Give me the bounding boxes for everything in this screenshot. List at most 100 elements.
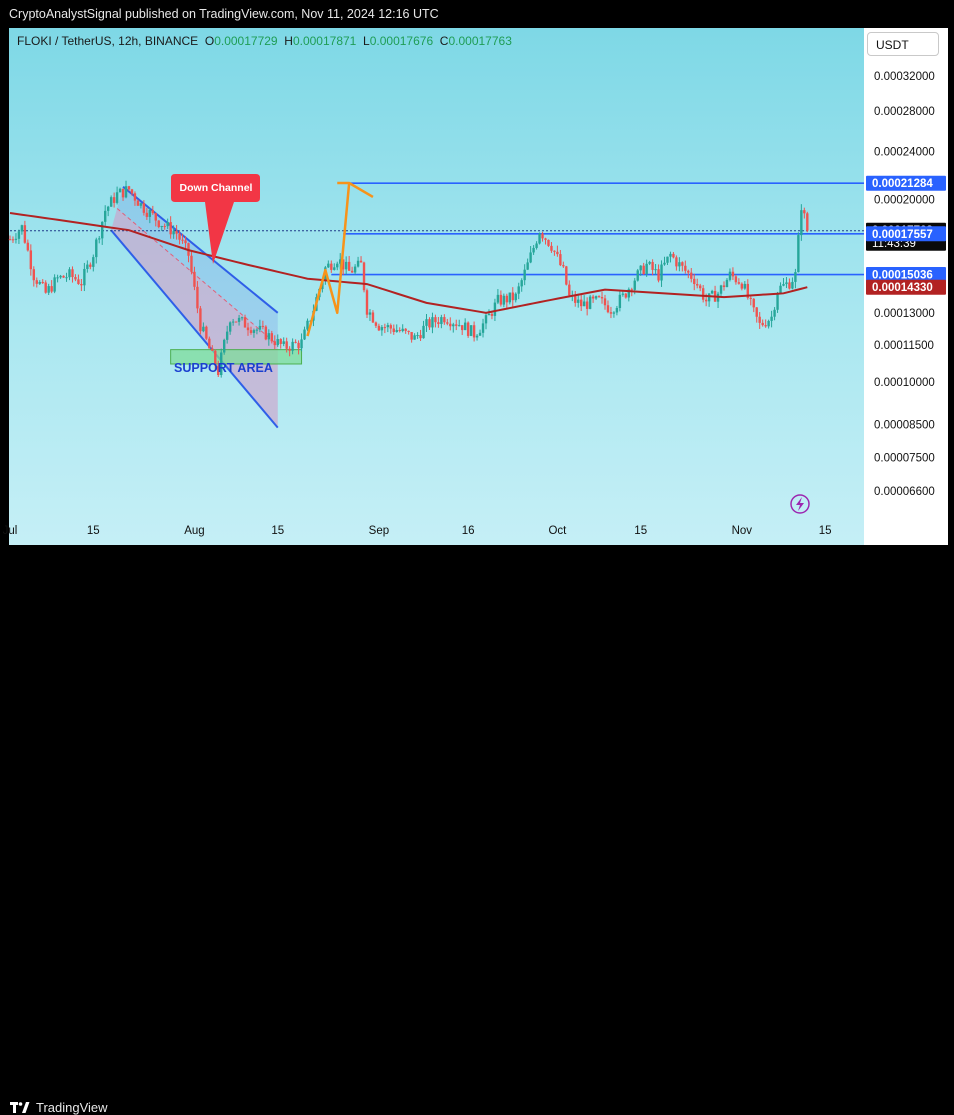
candle-body — [252, 330, 256, 333]
y-tick-label: 0.00011500 — [874, 340, 934, 352]
candle-body — [392, 328, 395, 333]
candle-body — [89, 264, 92, 267]
candle-body — [544, 238, 547, 240]
candle-body — [719, 285, 723, 294]
candle-body — [53, 277, 56, 292]
candle-body — [261, 325, 265, 327]
candle-body — [767, 320, 770, 327]
candle-body — [255, 329, 259, 331]
candle-body — [50, 286, 53, 292]
candle-body — [208, 338, 211, 349]
candle-body — [297, 342, 300, 349]
candle-body — [609, 312, 613, 314]
candle-body — [794, 272, 797, 282]
candle-body — [490, 313, 494, 316]
candle-body — [234, 321, 238, 323]
candle-body — [514, 293, 517, 301]
x-tick-label: 15 — [819, 525, 832, 537]
candle-body — [725, 279, 729, 288]
candle-body — [374, 322, 378, 326]
candle-body — [178, 233, 181, 240]
candle-body — [481, 323, 485, 333]
candle-body — [228, 322, 232, 332]
candle-body — [559, 254, 562, 266]
candle-body — [422, 325, 425, 339]
candle-body — [8, 239, 12, 241]
close-value: 0.00017763 — [448, 34, 512, 48]
candle-body — [26, 242, 30, 251]
candle-body — [41, 281, 44, 283]
candle-body — [484, 315, 488, 324]
y-tick-label: 0.00007500 — [874, 452, 935, 464]
candle-body — [288, 348, 291, 351]
candle-body — [749, 297, 752, 299]
candle-body — [541, 233, 544, 239]
currency-button[interactable]: USDT — [867, 32, 939, 56]
candle-body — [704, 299, 708, 302]
candle-body — [416, 335, 419, 337]
candle-body — [615, 307, 619, 313]
projection-arrow-head — [337, 181, 374, 199]
candle-body — [74, 277, 77, 280]
candle-body — [624, 293, 628, 298]
candle-body — [237, 317, 241, 322]
candle-body — [678, 262, 681, 267]
candle-body — [469, 325, 473, 336]
symbol-label: FLOKI / TetherUS, 12h, BINANCE — [17, 34, 199, 48]
candle-body — [130, 189, 134, 194]
candle-body — [166, 222, 169, 227]
candle-body — [758, 316, 761, 323]
candle-body — [743, 283, 747, 289]
candle-body — [395, 330, 398, 333]
candle-body — [240, 317, 244, 319]
candle-body — [657, 269, 660, 281]
candle-body — [77, 279, 80, 284]
candle-body — [594, 296, 598, 299]
price-tag-label: 0.00014330 — [872, 282, 933, 294]
candle-body — [285, 341, 288, 349]
candle-body — [83, 268, 86, 286]
candle-body — [606, 305, 610, 313]
candle-body — [731, 271, 735, 277]
candle-body — [636, 270, 639, 281]
chart-canvas: 0.00032000 0.00028000 0.00024000 0.00020000… — [3, 71, 946, 537]
candle-body — [383, 327, 387, 329]
candle-body — [710, 290, 714, 294]
candle-body — [684, 265, 687, 271]
candle-body — [401, 328, 404, 332]
candle-body — [11, 239, 15, 241]
candle-body — [562, 265, 565, 267]
tradingview-logo[interactable]: TradingView — [10, 1100, 108, 1115]
candle-body — [300, 339, 303, 349]
candle-body — [511, 292, 514, 301]
candle-body — [154, 213, 157, 221]
candle-body — [761, 322, 764, 326]
y-tick-label: 0.00010000 — [874, 377, 935, 389]
candle-body — [428, 319, 431, 328]
candle-body — [618, 294, 622, 308]
candle-body — [270, 333, 273, 342]
candle-body — [273, 341, 276, 346]
candle-body — [86, 264, 89, 269]
candle-body — [779, 285, 782, 293]
candle-body — [47, 286, 50, 293]
candle-body — [556, 251, 559, 255]
candle-body — [44, 282, 47, 293]
high-value: 0.00017871 — [292, 34, 357, 48]
candle-body — [791, 281, 794, 289]
candle-body — [696, 284, 699, 286]
candle-body — [163, 226, 166, 228]
candle-body — [466, 322, 470, 336]
candle-body — [502, 295, 506, 305]
candle-body — [65, 277, 68, 279]
candle-body — [443, 317, 446, 323]
candle-body — [612, 312, 616, 314]
low-label: L — [363, 34, 370, 48]
candle-body — [184, 240, 187, 244]
candle-body — [136, 200, 140, 206]
candle-body — [752, 298, 755, 308]
candle-body — [499, 294, 503, 305]
candle-body — [535, 243, 538, 248]
candle-body — [17, 231, 21, 239]
candle-body — [20, 225, 24, 232]
